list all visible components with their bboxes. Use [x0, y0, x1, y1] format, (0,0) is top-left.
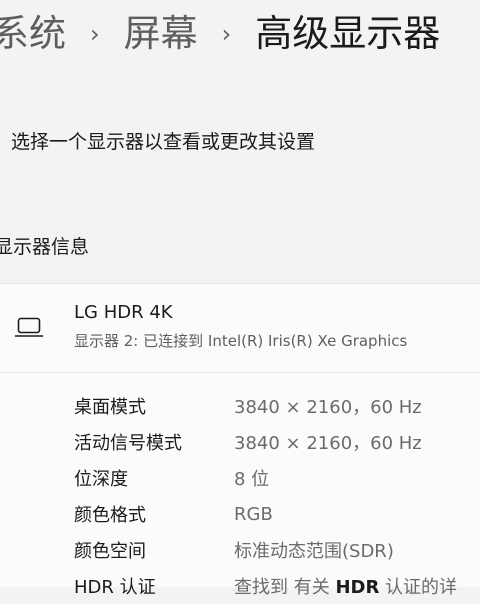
info-value: 3840 × 2160，60 Hz [234, 397, 422, 418]
display-selector-label: 选择一个显示器以查看或更改其设置 [11, 130, 316, 153]
info-row-bit-depth: 位深度 8 位 [74, 460, 480, 496]
breadcrumb-item-system[interactable]: 系统 [0, 6, 66, 62]
section-title: 显示器信息 [0, 236, 90, 258]
hdr-link-bold: HDR [335, 577, 380, 598]
display-subtitle: 显示器 2: 已连接到 Intel(R) Iris(R) Xe Graphics [74, 332, 408, 350]
laptop-icon [14, 317, 44, 337]
info-row-desktop-mode: 桌面模式 3840 × 2160，60 Hz [74, 388, 480, 424]
info-value: RGB [234, 503, 273, 525]
info-value: 8 位 [234, 469, 270, 490]
info-value: 标准动态范围(SDR) [234, 541, 394, 562]
breadcrumb-item-display[interactable]: 屏幕 [124, 6, 198, 62]
hdr-link-prefix: 查找到 有关 [234, 577, 336, 598]
info-label: 位深度 [74, 469, 128, 490]
display-header[interactable]: LG HDR 4K 显示器 2: 已连接到 Intel(R) Iris(R) X… [0, 284, 480, 373]
hdr-certification-link[interactable]: 查找到 有关 HDR 认证的详 [234, 573, 457, 599]
info-row-color-space: 颜色空间 标准动态范围(SDR) [74, 532, 480, 568]
chevron-right-icon: › [90, 20, 100, 48]
info-row-active-signal-mode: 活动信号模式 3840 × 2160，60 Hz [74, 424, 480, 460]
chevron-right-icon: › [221, 20, 232, 48]
info-label: 活动信号模式 [74, 433, 182, 454]
info-row-hdr-certification: HDR 认证 查找到 有关 HDR 认证的详 [74, 568, 480, 604]
info-value: 3840 × 2160，60 Hz [234, 433, 422, 454]
display-info-card: LG HDR 4K 显示器 2: 已连接到 Intel(R) Iris(R) X… [0, 283, 480, 598]
hdr-link-suffix: 认证的详 [379, 577, 458, 598]
info-label: 颜色空间 [74, 541, 146, 562]
info-label: 颜色格式 [74, 505, 146, 526]
info-table: 桌面模式 3840 × 2160，60 Hz 活动信号模式 3840 × 216… [74, 388, 480, 604]
display-name: LG HDR 4K [74, 302, 173, 323]
page-title: 高级显示器 [255, 12, 441, 55]
info-label: 桌面模式 [74, 397, 146, 418]
info-label: HDR 认证 [74, 577, 156, 598]
display-selector-row: 选择一个显示器以查看或更改其设置 [0, 116, 480, 164]
info-row-color-format: 颜色格式 RGB [74, 496, 480, 532]
breadcrumb: 系统 › 屏幕 › 高级显示器 [0, 6, 440, 62]
